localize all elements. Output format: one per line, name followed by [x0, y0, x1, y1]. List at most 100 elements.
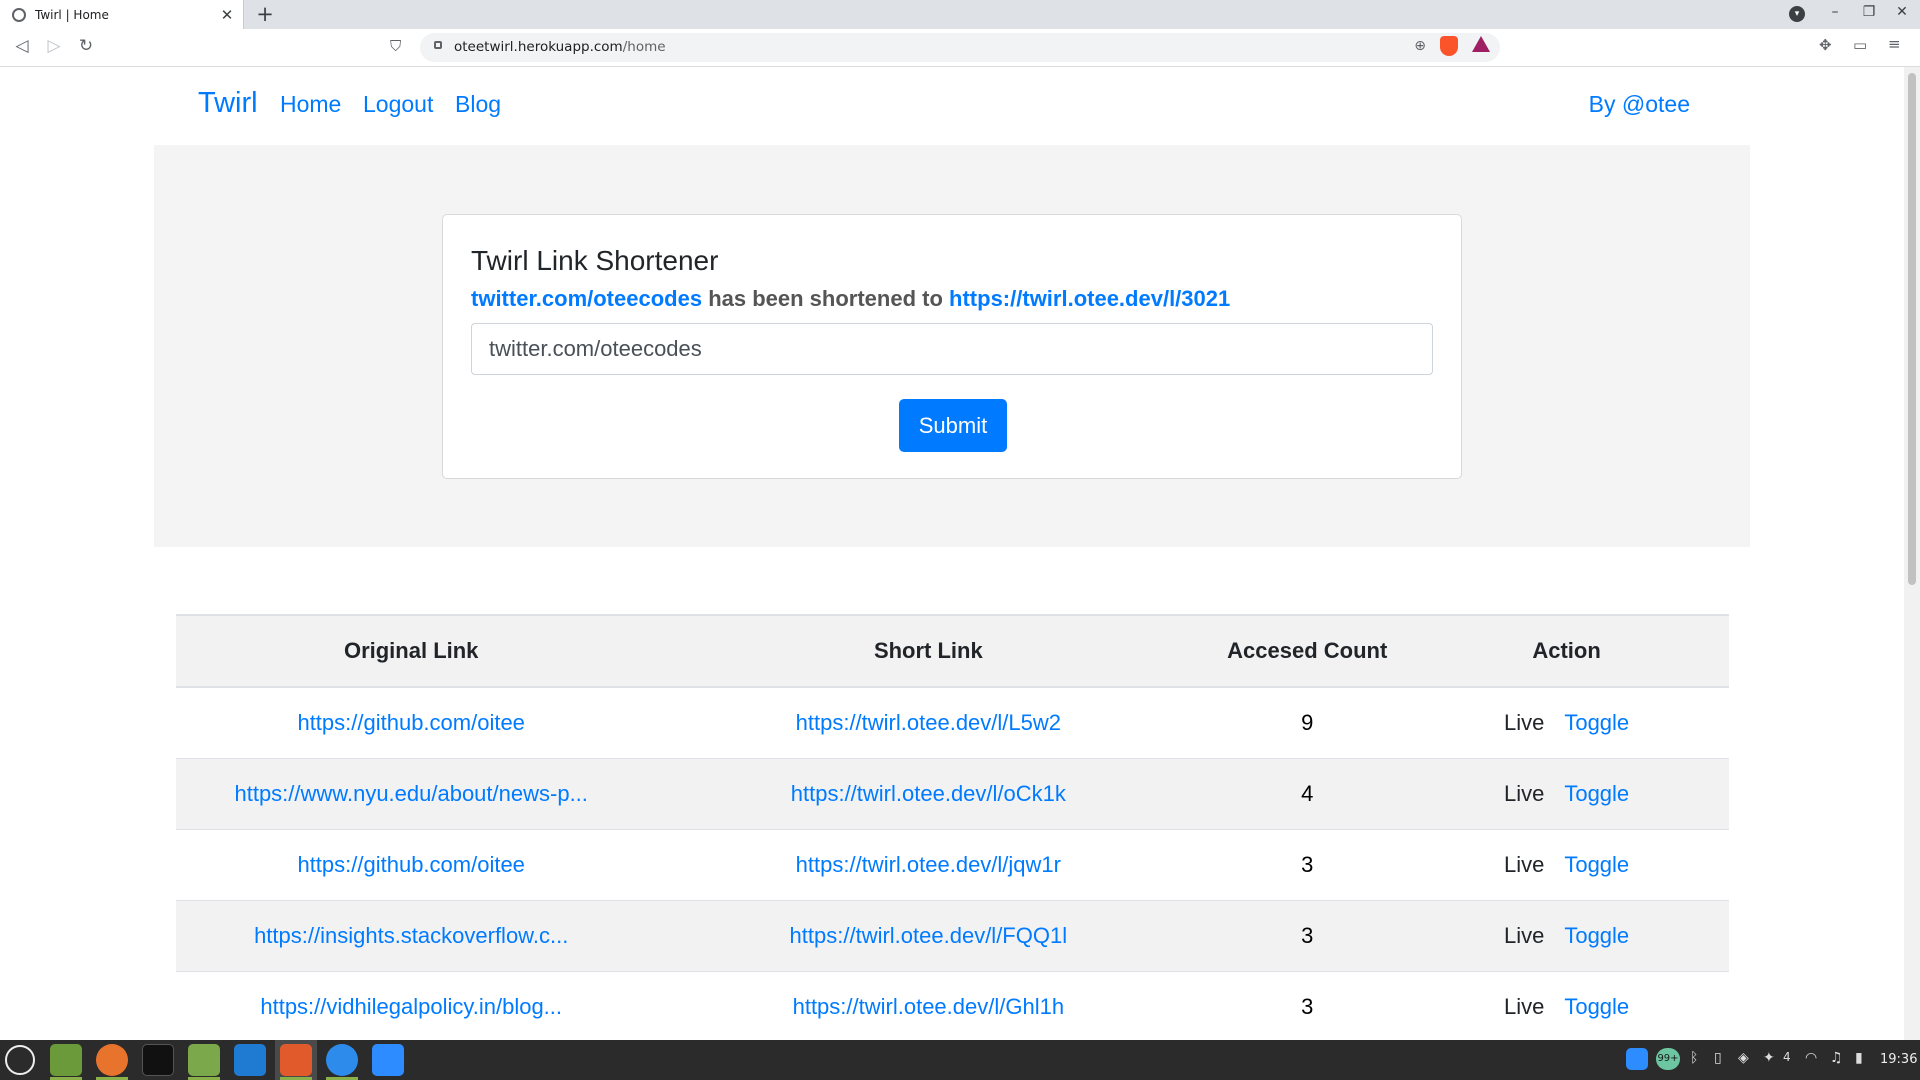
table-row: https://www.nyu.edu/about/news-p... http…	[176, 758, 1729, 830]
table-row: https://vidhilegalpolicy.in/blog... http…	[176, 971, 1729, 1040]
vscode-icon[interactable]	[234, 1044, 266, 1076]
count-cell: 4	[1210, 758, 1405, 830]
header-accessed-count: Accesed Count	[1210, 614, 1405, 688]
toggle-link[interactable]: Toggle	[1564, 710, 1629, 735]
wifi-icon[interactable]: ◠	[1805, 1050, 1817, 1066]
original-link-cell[interactable]: https://insights.stackoverflow.c...	[254, 923, 568, 948]
action-cell: Live Toggle	[1404, 829, 1729, 901]
status-text: Live	[1503, 710, 1545, 735]
result-text: has been shortened to	[708, 286, 943, 311]
address-bar[interactable]: oteetwirl.herokuapp.com/home ⊕	[420, 33, 1500, 62]
browser-tab-strip: Twirl | Home ✕ + ▾ – ❐ ✕	[0, 0, 1920, 29]
zotero-icon[interactable]	[326, 1044, 358, 1076]
battery-icon[interactable]: ▮	[1855, 1050, 1863, 1066]
status-text: Live	[1503, 852, 1545, 877]
tab-close-icon[interactable]: ✕	[217, 6, 237, 24]
url-input[interactable]	[471, 323, 1433, 375]
minimize-icon[interactable]: –	[1826, 4, 1844, 20]
new-tab-button[interactable]: +	[254, 2, 276, 26]
reload-icon[interactable]: ↻	[75, 36, 97, 56]
tab-title: Twirl | Home	[35, 7, 109, 22]
brave-rewards-icon[interactable]	[1472, 36, 1490, 52]
notification-badge[interactable]: 99+	[1656, 1048, 1680, 1070]
window-close-icon[interactable]: ✕	[1893, 4, 1911, 20]
table-header-row: Original Link Short Link Accesed Count A…	[176, 614, 1729, 688]
page-scrollbar[interactable]	[1904, 67, 1920, 1040]
zoom-icon[interactable]: ⊕	[1414, 38, 1426, 54]
action-cell: Live Toggle	[1404, 971, 1729, 1040]
short-link-cell[interactable]: https://twirl.otee.dev/l/Ghl1h	[793, 994, 1064, 1019]
web-page: Twirl Home Logout Blog By @otee Twirl Li…	[0, 67, 1904, 1040]
toggle-link[interactable]: Toggle	[1564, 852, 1629, 877]
extensions-icon[interactable]: ✥	[1819, 36, 1832, 54]
shortener-card: Twirl Link Shortener twitter.com/oteecod…	[442, 214, 1462, 479]
count-cell: 3	[1210, 829, 1405, 901]
taskbar: 99+ ᛒ ▯ ◈ ✦ 4 ◠ ♫ ▮ 19:36	[0, 1040, 1920, 1080]
clock[interactable]: 19:36	[1880, 1052, 1917, 1067]
original-link[interactable]: twitter.com/oteecodes	[471, 286, 702, 311]
count-cell: 3	[1210, 900, 1405, 972]
bluetooth-icon[interactable]: ᛒ	[1690, 1050, 1698, 1066]
browser-toolbar: ◁ ▷ ↻ ⛉ oteetwirl.herokuapp.com/home ⊕ ✥…	[0, 29, 1920, 67]
action-cell: Live Toggle	[1404, 687, 1729, 759]
browser-menu-icon[interactable]: ≡	[1888, 35, 1901, 53]
short-link-cell[interactable]: https://twirl.otee.dev/l/FQQ1l	[790, 923, 1068, 948]
toggle-link[interactable]: Toggle	[1564, 923, 1629, 948]
status-text: Live	[1503, 923, 1545, 948]
forward-icon[interactable]: ▷	[43, 36, 65, 56]
tab-search-icon[interactable]: ▾	[1789, 6, 1805, 22]
original-link-cell[interactable]: https://github.com/oitee	[297, 710, 524, 735]
notification-count: 4	[1783, 1050, 1791, 1064]
bookmark-icon[interactable]: ⛉	[390, 37, 401, 55]
short-link-cell[interactable]: https://twirl.otee.dev/l/L5w2	[796, 710, 1061, 735]
brand-link[interactable]: Twirl	[198, 87, 258, 120]
header-original-link: Original Link	[176, 614, 647, 688]
links-table: Original Link Short Link Accesed Count A…	[176, 614, 1729, 1040]
table-row: https://github.com/oitee https://twirl.o…	[176, 687, 1729, 759]
short-link-cell[interactable]: https://twirl.otee.dev/l/oCk1k	[791, 781, 1066, 806]
scrollbar-thumb[interactable]	[1908, 73, 1916, 585]
original-link-cell[interactable]: https://github.com/oitee	[297, 852, 524, 877]
nav-blog-link[interactable]: Blog	[455, 91, 501, 118]
url-text: oteetwirl.herokuapp.com/home	[454, 39, 666, 55]
result-message: twitter.com/oteecodes has been shortened…	[471, 286, 1230, 312]
terminal-icon[interactable]	[142, 1044, 174, 1076]
menu-icon[interactable]	[5, 1045, 35, 1075]
globe-icon	[12, 7, 26, 22]
notifications-icon[interactable]: ✦	[1763, 1050, 1775, 1066]
nav-home-link[interactable]: Home	[280, 91, 341, 118]
header-short-link: Short Link	[646, 614, 1211, 688]
nav-logout-link[interactable]: Logout	[363, 91, 433, 118]
short-link-cell[interactable]: https://twirl.otee.dev/l/jqw1r	[796, 852, 1061, 877]
short-link[interactable]: https://twirl.otee.dev/l/3021	[949, 286, 1230, 311]
toggle-link[interactable]: Toggle	[1564, 994, 1629, 1019]
table-row: https://github.com/oitee https://twirl.o…	[176, 829, 1729, 901]
original-link-cell[interactable]: https://vidhilegalpolicy.in/blog...	[260, 994, 562, 1019]
status-text: Live	[1503, 994, 1545, 1019]
site-navbar: Twirl Home Logout Blog By @otee	[198, 67, 1690, 143]
wallet-icon[interactable]: ▭	[1853, 36, 1867, 54]
submit-button[interactable]: Submit	[899, 399, 1007, 452]
back-icon[interactable]: ◁	[11, 36, 33, 56]
folder-icon[interactable]	[188, 1044, 220, 1076]
brave-shields-icon[interactable]	[1440, 36, 1458, 56]
firefox-icon[interactable]	[96, 1044, 128, 1076]
clipboard-icon[interactable]: ▯	[1714, 1050, 1722, 1066]
author-link[interactable]: By @otee	[1589, 91, 1690, 118]
browser-tab[interactable]: Twirl | Home ✕	[0, 0, 244, 29]
brave-icon[interactable]	[280, 1044, 312, 1076]
action-cell: Live Toggle	[1404, 758, 1729, 830]
zoom-tray-icon[interactable]	[1626, 1048, 1648, 1070]
card-title: Twirl Link Shortener	[471, 245, 719, 276]
toggle-link[interactable]: Toggle	[1564, 781, 1629, 806]
restore-icon[interactable]: ❐	[1860, 4, 1878, 20]
zoom-icon[interactable]	[372, 1044, 404, 1076]
shield-icon[interactable]: ◈	[1738, 1050, 1749, 1066]
action-cell: Live Toggle	[1404, 900, 1729, 972]
original-link-cell[interactable]: https://www.nyu.edu/about/news-p...	[234, 781, 587, 806]
table-row: https://insights.stackoverflow.c... http…	[176, 900, 1729, 972]
sound-icon[interactable]: ♫	[1830, 1050, 1843, 1066]
count-cell: 9	[1210, 687, 1405, 759]
files-icon[interactable]	[50, 1044, 82, 1076]
hero-section: Twirl Link Shortener twitter.com/oteecod…	[154, 145, 1750, 547]
